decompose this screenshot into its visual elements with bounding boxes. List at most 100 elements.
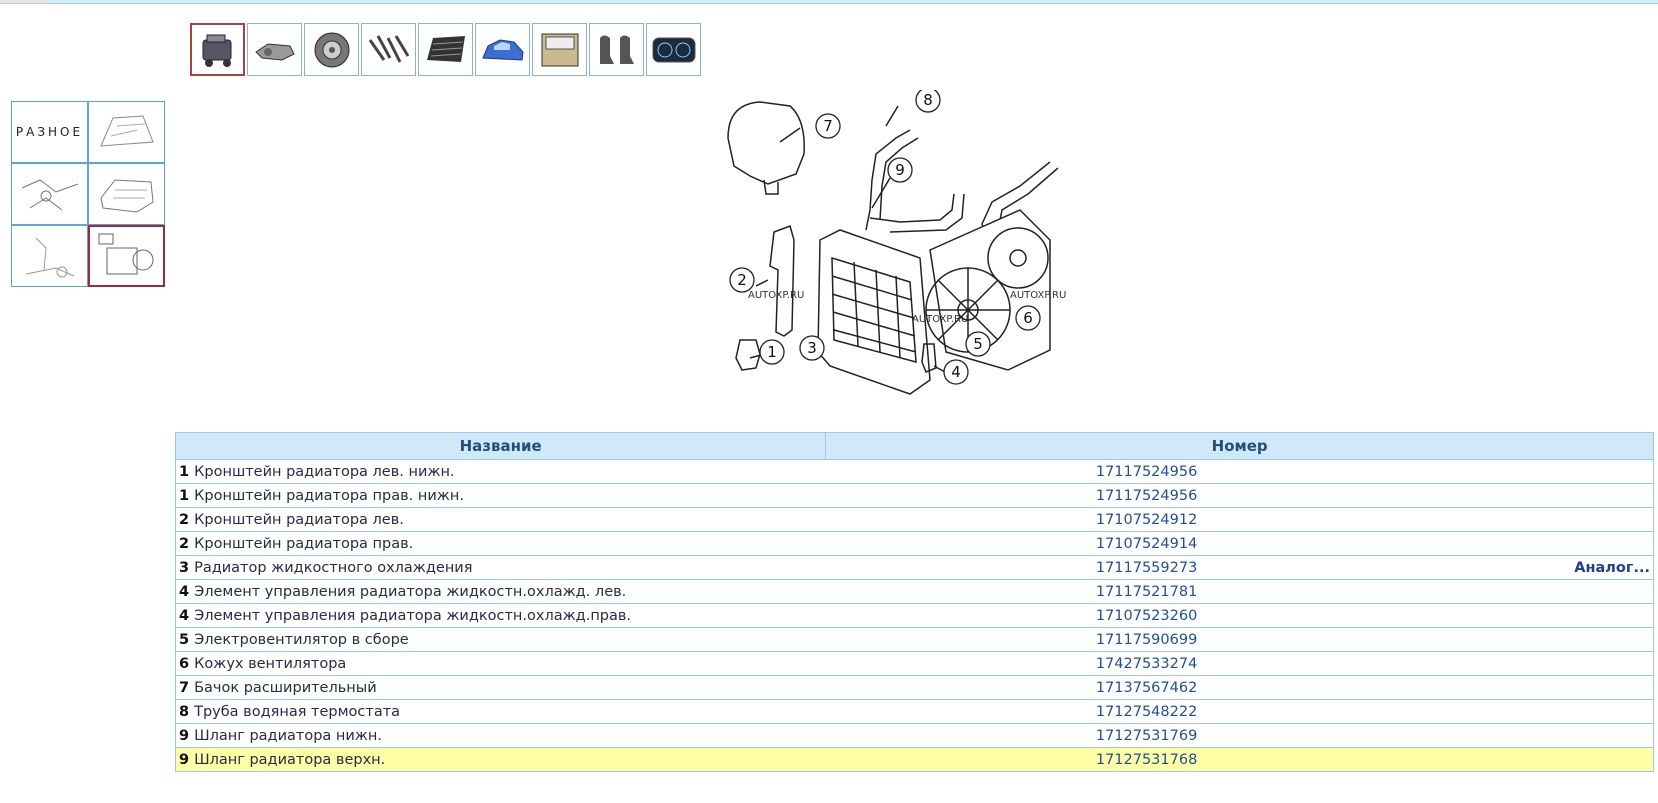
pump-thumb xyxy=(25,237,74,278)
category-exhaust[interactable] xyxy=(361,23,416,76)
analog-cell xyxy=(1504,723,1655,748)
subcategory-engine-parts[interactable] xyxy=(88,101,165,163)
category-dashboard[interactable] xyxy=(646,23,701,76)
part-name: Кронштейн радиатора прав. нижн. xyxy=(194,487,464,504)
analog-cell xyxy=(1504,507,1655,532)
part-number[interactable]: 17107524914 xyxy=(1096,536,1197,552)
table-row[interactable]: 2 Кронштейн радиатора прав. 17107524914 xyxy=(174,531,1655,556)
category-car-body[interactable] xyxy=(475,23,530,76)
part-number-cell: 17127531768 xyxy=(825,747,1505,772)
radiator-exploded-view: 1 2 3 4 5 6 7 8 9 xyxy=(727,87,1059,395)
part-callout-number: 2 xyxy=(179,511,190,528)
seats-icon xyxy=(599,35,634,64)
table-row[interactable]: 3 Радиатор жидкостного охлаждения 17117559… xyxy=(174,555,1655,580)
part-number[interactable]: 17107524912 xyxy=(1096,512,1197,528)
table-row[interactable]: 4 Элемент управления радиатора жидкостн.о… xyxy=(174,579,1655,604)
subcategory-misc[interactable]: РАЗНОЕ xyxy=(11,101,88,163)
callout-3: 3 xyxy=(807,339,817,357)
table-row[interactable]: 9 Шланг радиатора верхн. 17127531768 xyxy=(174,747,1655,772)
part-callout-number: 8 xyxy=(179,703,190,720)
table-row[interactable]: 4 Элемент управления радиатора жидкостн.о… xyxy=(174,603,1655,628)
part-number-cell: 17127548222 xyxy=(825,699,1505,724)
part-name: Кронштейн радиатора лев. xyxy=(194,511,404,528)
callout-6: 6 xyxy=(1023,309,1033,327)
part-name-cell: 2 Кронштейн радиатора лев. xyxy=(174,507,826,532)
top-bar xyxy=(0,0,1658,4)
part-number[interactable]: 17107523260 xyxy=(1096,608,1197,624)
table-row[interactable]: 7 Бачок расширительный 17137567462 xyxy=(174,675,1655,700)
door-icon xyxy=(541,33,578,66)
callout-5: 5 xyxy=(973,335,983,353)
callout-4: 4 xyxy=(951,363,961,381)
part-name-cell: 2 Кронштейн радиатора прав. xyxy=(174,531,826,556)
category-thumbnails xyxy=(190,23,701,76)
table-row[interactable]: 5 Электровентилятор в сборе 17117590699 xyxy=(174,627,1655,652)
subcategory-radiator-assembly[interactable] xyxy=(88,225,165,287)
subcategory-misc-label: РАЗНОЕ xyxy=(15,125,84,139)
category-engine[interactable] xyxy=(190,23,245,76)
part-number-cell: 17117559273 xyxy=(825,555,1505,580)
part-callout-number: 4 xyxy=(179,583,190,600)
top-bar-left-tab[interactable] xyxy=(0,0,48,4)
subcategory-mount-bracket[interactable] xyxy=(11,163,88,225)
parts-diagram: 1 2 3 4 5 6 7 8 9 AUTOXP.RU AUTOXP.RU AU… xyxy=(720,87,1120,420)
subcategory-cylinder-head[interactable] xyxy=(88,163,165,225)
part-number[interactable]: 17127531768 xyxy=(1096,752,1197,768)
category-door[interactable] xyxy=(532,23,587,76)
part-number-cell: 17137567462 xyxy=(825,675,1505,700)
table-row[interactable]: 2 Кронштейн радиатора лев. 17107524912 xyxy=(174,507,1655,532)
exhaust-icon xyxy=(368,34,409,63)
wheel-icon xyxy=(314,32,349,67)
watermark: AUTOXP.RU xyxy=(912,314,969,325)
part-name-cell: 9 Шланг радиатора верхн. xyxy=(174,747,826,772)
analog-cell xyxy=(1504,699,1655,724)
table-row[interactable]: 1 Кронштейн радиатора лев. нижн. 171175249… xyxy=(174,459,1655,484)
category-seats[interactable] xyxy=(589,23,644,76)
subcategory-pump[interactable] xyxy=(11,225,88,287)
part-number-cell: 17117521781 xyxy=(825,579,1505,604)
part-number-cell: 17107524914 xyxy=(825,531,1505,556)
part-number[interactable]: 17117524956 xyxy=(1096,488,1197,504)
transmission-icon xyxy=(254,42,295,61)
part-number[interactable]: 17117590699 xyxy=(1096,632,1197,648)
table-row[interactable]: 1 Кронштейн радиатора прав. нижн. 17117524… xyxy=(174,483,1655,508)
category-wheel[interactable] xyxy=(304,23,359,76)
analog-cell xyxy=(1504,675,1655,700)
part-name: Элемент управления радиатора жидкостн.ох… xyxy=(194,583,627,600)
analog-link[interactable]: Аналог... xyxy=(1574,560,1650,576)
part-callout-number: 6 xyxy=(179,655,190,672)
callout-2: 2 xyxy=(737,271,747,289)
part-number-cell: 17127531769 xyxy=(825,723,1505,748)
part-number[interactable]: 17427533274 xyxy=(1096,656,1197,672)
subcategory-grid: РАЗНОЕ xyxy=(11,101,165,287)
table-header-row: Название Номер xyxy=(174,432,1654,460)
analog-cell xyxy=(1504,651,1655,676)
part-name-cell: 1 Кронштейн радиатора лев. нижн. xyxy=(174,459,826,484)
category-transmission[interactable] xyxy=(247,23,302,76)
analog-cell xyxy=(1504,483,1655,508)
watermark: AUTOXP.RU xyxy=(748,290,805,301)
engine-parts-thumb xyxy=(99,115,154,147)
part-callout-number: 9 xyxy=(179,751,190,768)
part-number[interactable]: 17117559273 xyxy=(1096,560,1197,576)
part-callout-number: 1 xyxy=(179,463,190,480)
part-number-cell: 17117524956 xyxy=(825,483,1505,508)
table-row[interactable]: 8 Труба водяная термостата 17127548222 xyxy=(174,699,1655,724)
table-row[interactable]: 6 Кожух вентилятора 17427533274 xyxy=(174,651,1655,676)
part-name: Шланг радиатора верхн. xyxy=(194,751,386,768)
part-number[interactable]: 17117524956 xyxy=(1096,464,1197,480)
category-radiator[interactable] xyxy=(418,23,473,76)
column-header-name: Название xyxy=(174,432,827,460)
part-callout-number: 5 xyxy=(179,631,190,648)
table-row[interactable]: 9 Шланг радиатора нижн. 17127531769 xyxy=(174,723,1655,748)
part-name-cell: 7 Бачок расширительный xyxy=(174,675,826,700)
part-number[interactable]: 17117521781 xyxy=(1096,584,1197,600)
callout-1: 1 xyxy=(767,343,777,361)
part-callout-number: 4 xyxy=(179,607,190,624)
part-number[interactable]: 17137567462 xyxy=(1096,680,1197,696)
part-number[interactable]: 17127531769 xyxy=(1096,728,1197,744)
part-number-cell: 17107524912 xyxy=(825,507,1505,532)
part-number[interactable]: 17127548222 xyxy=(1096,704,1197,720)
part-callout-number: 7 xyxy=(179,679,190,696)
car-body-icon xyxy=(481,38,524,61)
